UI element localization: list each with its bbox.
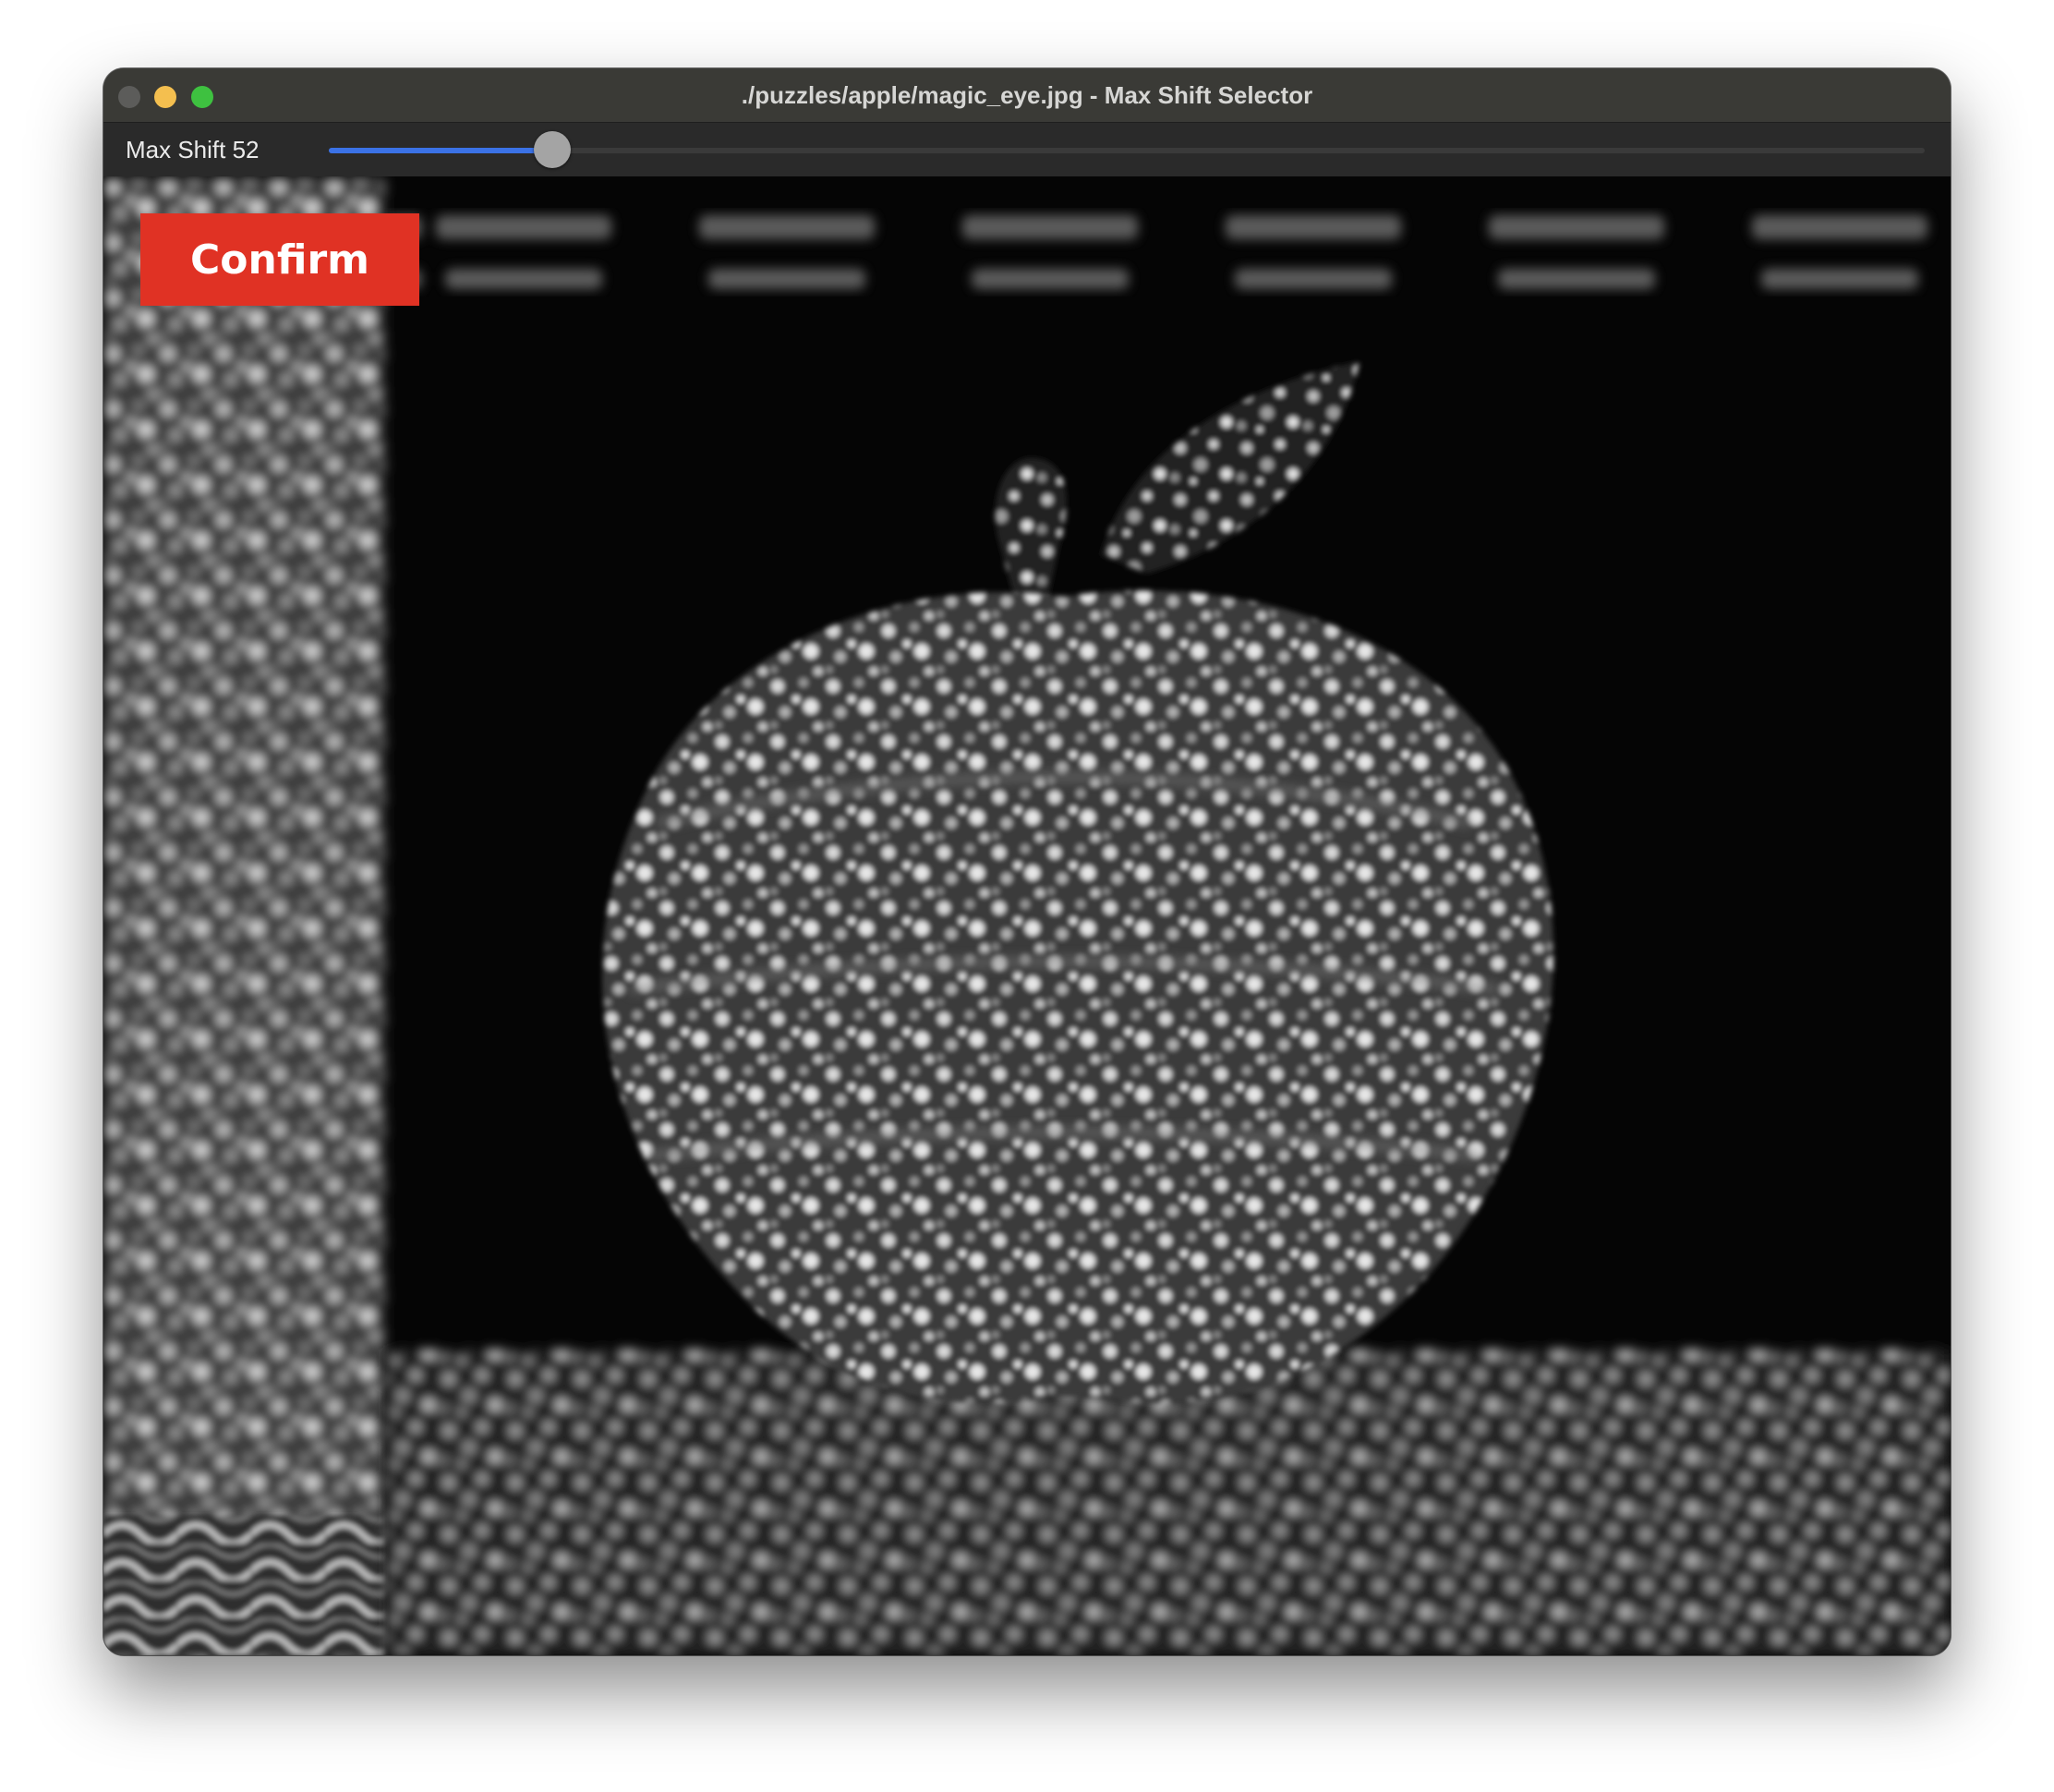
title-bar: ./puzzles/apple/magic_eye.jpg - Max Shif… xyxy=(103,68,1951,123)
app-window: ./puzzles/apple/magic_eye.jpg - Max Shif… xyxy=(103,68,1951,1655)
slider-fill xyxy=(329,148,552,153)
max-shift-label: Max Shift 52 xyxy=(126,136,260,163)
slider-thumb[interactable] xyxy=(534,131,571,168)
confirm-button[interactable]: Confirm xyxy=(140,213,419,306)
stereogram-image xyxy=(103,176,1951,1655)
stereogram-canvas: Confirm xyxy=(103,176,1951,1655)
max-shift-slider[interactable] xyxy=(329,123,1925,176)
window-title: ./puzzles/apple/magic_eye.jpg - Max Shif… xyxy=(741,81,1313,109)
toolbar: Max Shift 52 xyxy=(103,123,1951,176)
